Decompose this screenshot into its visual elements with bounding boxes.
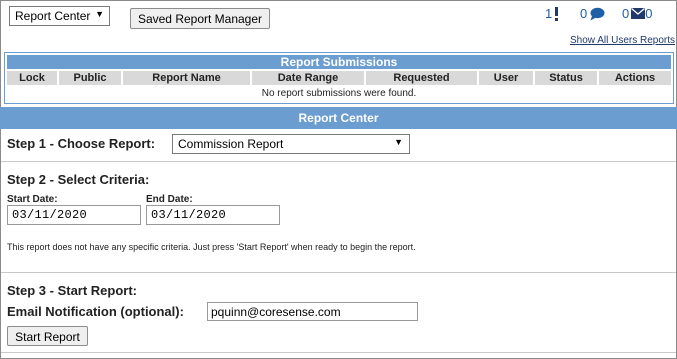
column-header-status[interactable]: Status — [535, 71, 599, 85]
report-submissions-panel: Report Submissions Lock Public Report Na… — [4, 52, 674, 104]
column-header-user[interactable]: User — [479, 71, 535, 85]
submissions-table-header: Lock Public Report Name Date Range Reque… — [7, 71, 671, 85]
report-center-title: Report Center — [0, 107, 677, 129]
messages-indicator[interactable]: 0 — [580, 6, 605, 21]
alerts-count: 1 — [545, 6, 553, 21]
top-bar: Report Center ▼ Saved Report Manager 1 0… — [0, 0, 677, 48]
report-center-dropdown[interactable]: Report Center ▼ — [9, 6, 110, 26]
end-date-input[interactable]: 03/11/2020 — [146, 205, 280, 225]
show-all-users-reports-link[interactable]: Show All Users Reports — [570, 35, 675, 46]
column-header-lock[interactable]: Lock — [7, 71, 59, 85]
column-header-public[interactable]: Public — [59, 71, 123, 85]
column-header-actions[interactable]: Actions — [599, 71, 671, 85]
start-date-label: Start Date: — [7, 194, 58, 205]
end-date-label: End Date: — [146, 194, 193, 205]
report-center-dropdown-value: Report Center — [15, 9, 91, 23]
step1-label: Step 1 - Choose Report: — [7, 136, 156, 151]
report-type-value: Commission Report — [178, 137, 284, 151]
chevron-down-icon: ▼ — [95, 9, 104, 19]
column-header-requested[interactable]: Requested — [366, 71, 479, 85]
step3-section: Step 3 - Start Report: Email Notificatio… — [1, 273, 676, 353]
step3-label: Step 3 - Start Report: — [7, 283, 138, 298]
column-header-report-name[interactable]: Report Name — [123, 71, 252, 85]
email-notification-label: Email Notification (optional): — [7, 304, 184, 319]
envelope-icon — [631, 8, 646, 19]
start-report-button[interactable]: Start Report — [7, 326, 88, 346]
mail-indicator[interactable]: 0 0 — [622, 6, 652, 21]
report-type-dropdown[interactable]: Commission Report ▼ — [172, 134, 410, 154]
messages-count: 0 — [580, 6, 588, 21]
report-submissions-title: Report Submissions — [7, 55, 671, 69]
saved-report-manager-button[interactable]: Saved Report Manager — [130, 8, 270, 29]
criteria-note: This report does not have any specific c… — [7, 242, 416, 252]
step2-section: Step 2 - Select Criteria: Start Date: 03… — [1, 162, 676, 273]
step2-label: Step 2 - Select Criteria: — [7, 172, 150, 187]
step1-section: Step 1 - Choose Report: Commission Repor… — [1, 129, 676, 162]
email-notification-input[interactable]: pquinn@coresense.com — [207, 302, 418, 321]
alerts-indicator[interactable]: 1 — [545, 6, 559, 21]
alert-icon — [554, 6, 559, 21]
no-submissions-message: No report submissions were found. — [261, 88, 417, 99]
mail-count-trailing: 0 — [645, 6, 653, 21]
column-header-date-range[interactable]: Date Range — [252, 71, 366, 85]
chat-bubble-icon — [590, 7, 605, 20]
start-date-input[interactable]: 03/11/2020 — [7, 205, 141, 225]
mail-count: 0 — [622, 6, 630, 21]
chevron-down-icon: ▼ — [394, 137, 403, 147]
